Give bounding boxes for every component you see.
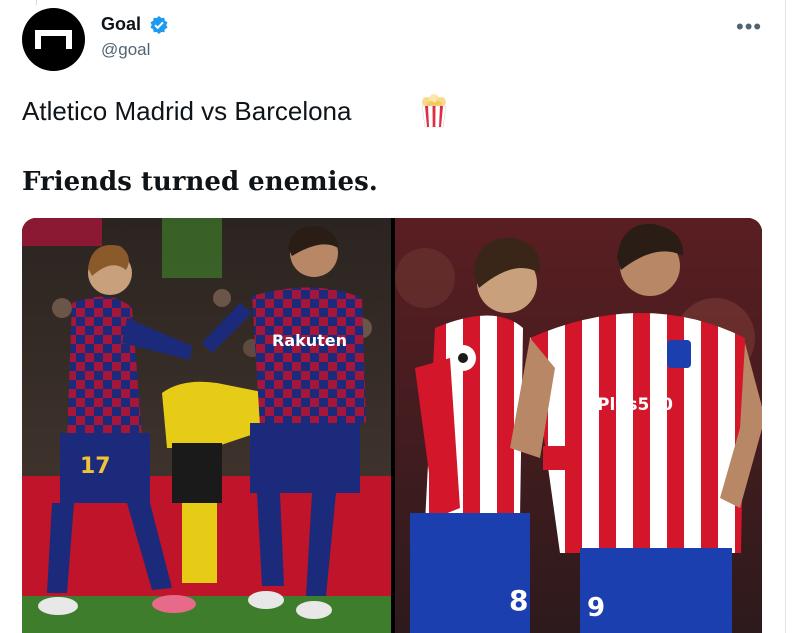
tweet-card[interactable]: Goal @goal ••• Atletico Madrid vs Barcel… — [0, 0, 786, 633]
atletico-sponsor-text: Plus500 — [597, 395, 673, 415]
barca-sponsor-text: Rakuten — [272, 331, 347, 350]
photo-barcelona-image: 17 Rakuten — [22, 218, 391, 633]
author-handle[interactable]: @goal — [101, 40, 150, 60]
more-options-icon[interactable]: ••• — [736, 14, 762, 40]
tweet-text-line2: Friends turned enemies. — [22, 167, 378, 197]
photo-atletico[interactable]: 8 Plus500 9 — [395, 218, 762, 633]
avatar[interactable] — [22, 8, 85, 71]
photo-atletico-image: 8 Plus500 9 — [395, 218, 762, 633]
goal-logo-icon — [35, 30, 72, 49]
photo-barcelona[interactable]: 17 Rakuten — [22, 218, 391, 633]
verified-badge-icon — [150, 16, 168, 34]
atletico-left-number: 8 — [509, 584, 528, 617]
author-name[interactable]: Goal — [101, 14, 141, 35]
barca-shorts-number: 17 — [80, 454, 111, 479]
thread-line — [36, 0, 37, 5]
media-grid[interactable]: 17 Rakuten 8 Plus500 9 — [22, 218, 762, 633]
popcorn-icon — [421, 94, 447, 128]
tweet-text-line1: Atletico Madrid vs Barcelona — [22, 96, 352, 126]
atletico-right-number: 9 — [587, 593, 605, 623]
